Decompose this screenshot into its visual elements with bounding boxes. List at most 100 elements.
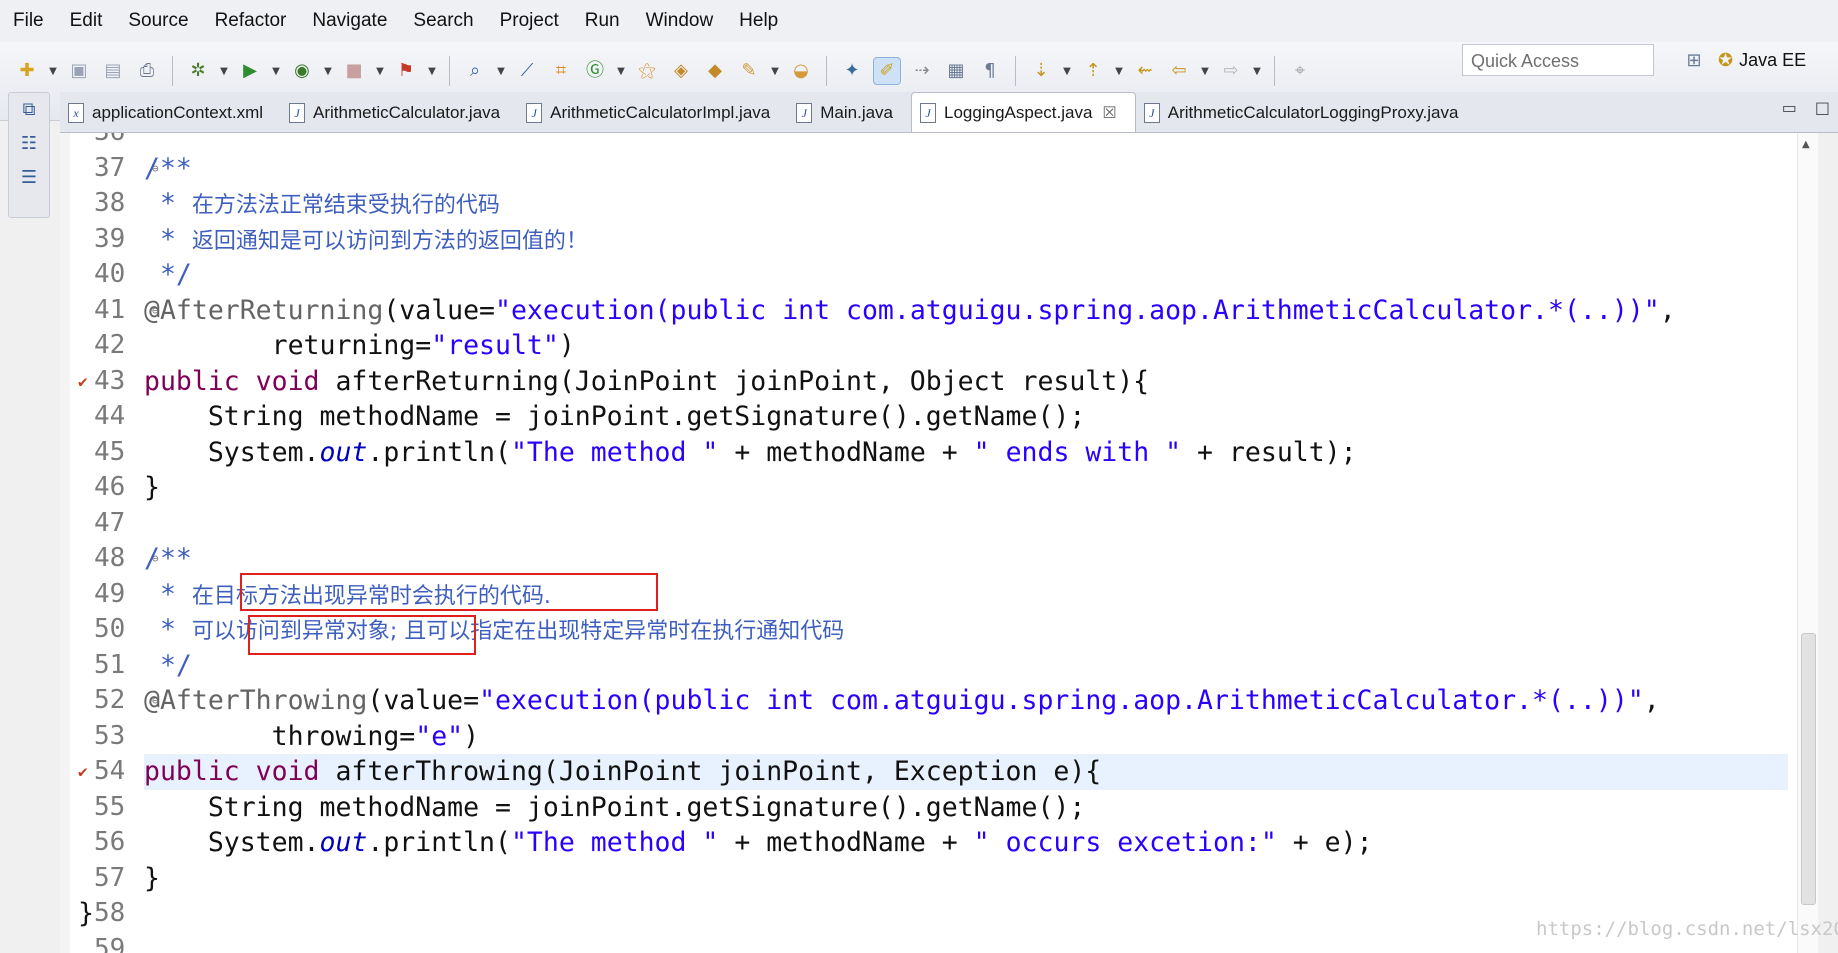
chevron-down-icon[interactable]: ▼: [1062, 66, 1072, 77]
new-class-icon[interactable]: Ⓖ: [582, 58, 608, 84]
line-number-text: 39: [94, 223, 126, 254]
pin-editor-icon[interactable]: ⌖: [1287, 58, 1313, 84]
toolbar-separator: [1015, 56, 1016, 86]
menu-help[interactable]: Help: [726, 0, 791, 42]
menu-source[interactable]: Source: [115, 0, 201, 42]
tab-arithmeticcalculatorimpl[interactable]: J ArithmeticCalculatorImpl.java: [518, 94, 788, 132]
perspective-java-ee[interactable]: ✪ Java EE: [1718, 50, 1806, 71]
tab-main[interactable]: J Main.java: [788, 94, 911, 132]
open-folder-icon[interactable]: ◆: [702, 58, 728, 84]
keyword-token: public void: [144, 756, 320, 787]
chevron-down-icon[interactable]: ▼: [1200, 66, 1210, 77]
external-tools-icon[interactable]: ⚑: [393, 58, 419, 84]
tab-arithmeticcalculatorloggingproxy[interactable]: J ArithmeticCalculatorLoggingProxy.java: [1136, 94, 1477, 132]
vertical-scrollbar[interactable]: ▲: [1797, 133, 1818, 953]
new-web-icon[interactable]: ⚝: [634, 58, 660, 84]
annotation-token: @AfterThrowing: [144, 685, 368, 716]
tab-arithmeticcalculator[interactable]: J ArithmeticCalculator.java: [281, 94, 518, 132]
line-number-text: 54: [94, 756, 126, 786]
chevron-down-icon[interactable]: ▼: [616, 66, 626, 77]
code-line-45: System.out.println("The method " + metho…: [144, 435, 1788, 471]
coverage-icon[interactable]: ◉: [289, 58, 315, 84]
block-select-icon[interactable]: ▦: [943, 58, 969, 84]
chevron-down-icon[interactable]: ▼: [48, 66, 58, 77]
next-annotation-icon[interactable]: ⇢: [909, 58, 935, 84]
code-line-56: System.out.println("The method " + metho…: [144, 825, 1788, 861]
code-token: returning=: [144, 330, 432, 361]
comment-token: *: [144, 578, 192, 610]
chevron-down-icon[interactable]: ▼: [323, 66, 333, 77]
last-edit-icon[interactable]: ⇜: [1132, 58, 1158, 84]
open-task-icon[interactable]: ✎: [736, 58, 762, 84]
menu-refactor[interactable]: Refactor: [202, 0, 300, 42]
chevron-down-icon[interactable]: ▼: [375, 66, 385, 77]
open-perspective-icon[interactable]: ⊞: [1680, 46, 1708, 74]
new-server-icon[interactable]: ⌗: [548, 58, 574, 84]
annotation-token: @AfterReturning: [144, 294, 384, 326]
prev-edit-icon[interactable]: ⇡: [1080, 58, 1106, 84]
line-number: 39: [70, 222, 144, 258]
menu-edit[interactable]: Edit: [57, 0, 116, 42]
scrollbar-thumb[interactable]: [1801, 633, 1816, 905]
code-line-53: throwing="e"): [144, 719, 1788, 755]
stop-icon[interactable]: ■: [341, 58, 367, 84]
code-token: System.: [144, 827, 320, 858]
outline-icon[interactable]: ☰: [21, 167, 37, 189]
tab-loggingaspect[interactable]: J LoggingAspect.java ☒: [911, 92, 1136, 132]
menu-window[interactable]: Window: [633, 0, 727, 42]
line-number-text: 46: [94, 472, 126, 502]
menu-navigate[interactable]: Navigate: [299, 0, 400, 42]
comment-token: *: [144, 188, 192, 219]
code-line-38: * 在方法法正常结束受执行的代码: [144, 186, 1788, 222]
tab-applicationcontext[interactable]: x applicationContext.xml: [60, 94, 281, 132]
toggle-mark-icon[interactable]: ✦: [839, 58, 865, 84]
menu-project[interactable]: Project: [487, 0, 572, 42]
menu-run[interactable]: Run: [572, 0, 633, 42]
chevron-down-icon[interactable]: ▼: [1114, 66, 1124, 77]
highlight-icon[interactable]: ✐: [873, 57, 901, 85]
quick-access-input[interactable]: Quick Access: [1462, 44, 1654, 76]
chevron-down-icon[interactable]: ▼: [271, 66, 281, 77]
run-icon[interactable]: ▶: [237, 58, 263, 84]
print-icon[interactable]: ⎙: [134, 58, 160, 84]
code-area[interactable]: /** * 在方法法正常结束受执行的代码 * 返回通知是可以访问到方法的返回值的…: [78, 133, 1788, 953]
comment-text: 在方法法正常结束受执行的代码: [191, 193, 500, 218]
string-token: "execution(public int com.atguigu.spring…: [479, 685, 1644, 716]
package-explorer-icon[interactable]: ☷: [21, 133, 37, 155]
tab-label: applicationContext.xml: [92, 103, 264, 122]
chevron-down-icon[interactable]: ▼: [427, 66, 437, 77]
search-icon[interactable]: ⌕: [462, 58, 488, 84]
debug-icon[interactable]: ✲: [185, 58, 211, 84]
next-edit-icon[interactable]: ⇣: [1028, 58, 1054, 84]
chevron-down-icon[interactable]: ▼: [1252, 66, 1262, 77]
open-perspective-folder-icon[interactable]: ◒: [788, 58, 814, 84]
menu-file[interactable]: File: [0, 0, 57, 42]
restore-icon[interactable]: ⧉: [23, 99, 36, 121]
back-icon[interactable]: ⇦: [1166, 58, 1192, 84]
close-icon[interactable]: ☒: [1102, 103, 1116, 123]
code-token: + methodName +: [718, 827, 974, 858]
code-token: String methodName = joinPoint.getSignatu…: [144, 401, 1086, 432]
java-ee-icon: ✪: [1718, 49, 1734, 70]
minimize-icon[interactable]: ▭: [1782, 98, 1797, 117]
chevron-down-icon[interactable]: ▼: [219, 66, 229, 77]
maximize-icon[interactable]: □: [1815, 98, 1830, 117]
line-number-text: 56: [94, 827, 126, 857]
show-whitespace-icon[interactable]: ¶: [977, 58, 1003, 84]
forward-icon[interactable]: ⇨: [1218, 58, 1244, 84]
save-all-icon[interactable]: ▤: [100, 58, 126, 84]
code-token: + e);: [1276, 827, 1373, 858]
scroll-up-icon[interactable]: ▲: [1802, 139, 1810, 150]
string-token: " ends with ": [973, 436, 1182, 468]
line-number-text: 40: [94, 259, 126, 289]
menu-search[interactable]: Search: [400, 0, 486, 42]
chevron-down-icon[interactable]: ▼: [496, 66, 506, 77]
open-type-icon[interactable]: ◈: [668, 58, 694, 84]
save-icon[interactable]: ▣: [66, 58, 92, 84]
new-icon[interactable]: ✚: [14, 58, 40, 84]
code-editor[interactable]: 3637⊖38394041⊖4243✔4445464748⊖49505152⊖5…: [60, 133, 1818, 953]
perspective-label: Java EE: [1739, 49, 1807, 70]
chevron-down-icon[interactable]: ▼: [770, 66, 780, 77]
skip-breakpoints-icon[interactable]: ⟋: [514, 58, 540, 84]
java-file-icon: J: [796, 103, 813, 123]
